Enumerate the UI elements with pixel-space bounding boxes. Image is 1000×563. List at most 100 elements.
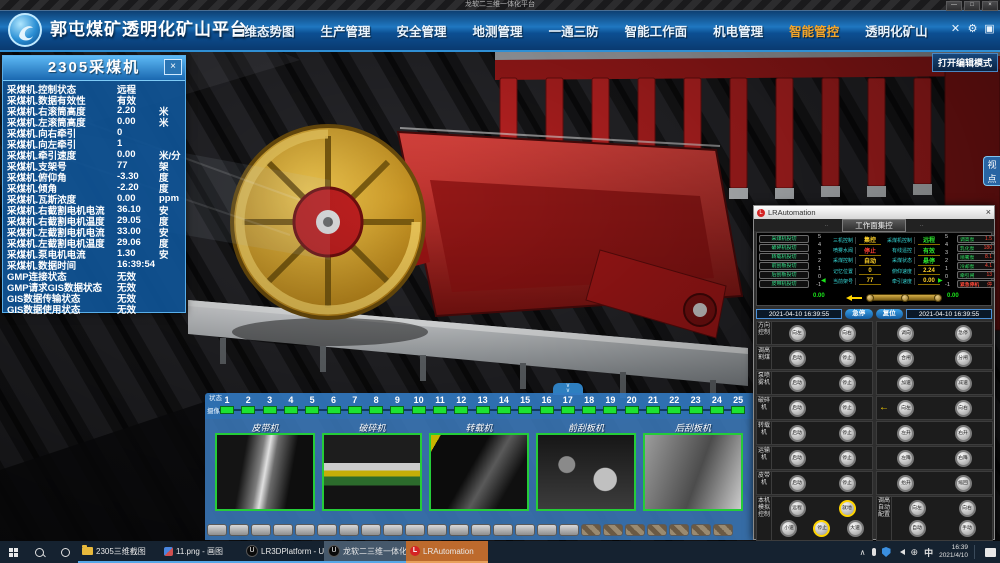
support-icon[interactable] [317, 524, 337, 536]
round-button[interactable]: 停止 [839, 350, 856, 367]
support-icon[interactable] [647, 524, 667, 536]
minimize-button[interactable]: — [946, 1, 962, 11]
ime-indicator[interactable]: 中 [924, 546, 933, 559]
support-icon[interactable] [273, 524, 293, 536]
round-button[interactable]: 合闸 [897, 350, 914, 367]
round-button[interactable]: 启动 [789, 425, 806, 442]
speaker-icon[interactable] [897, 549, 905, 555]
support-icon[interactable] [669, 524, 689, 536]
support-icon[interactable] [581, 524, 601, 536]
viewpoint-tab[interactable]: 视点 [983, 156, 1000, 186]
support-icon[interactable] [251, 524, 271, 536]
round-button[interactable]: 右降 [955, 450, 972, 467]
camera-number[interactable]: 24 [709, 395, 725, 405]
round-button[interactable]: 向左 [789, 325, 806, 342]
support-icon[interactable] [537, 524, 557, 536]
round-button[interactable]: 停止 [839, 400, 856, 417]
status-button[interactable]: 乳化泵180 [957, 244, 995, 252]
round-button[interactable]: 调向 [897, 325, 914, 342]
support-icon[interactable] [361, 524, 381, 536]
camera-number[interactable]: 8 [368, 395, 384, 405]
restore-window-icon[interactable]: ▣ [983, 22, 996, 35]
lr-titlebar[interactable]: L LRAutomation × [754, 206, 994, 219]
camera-number[interactable]: 18 [581, 395, 597, 405]
round-button[interactable]: 向左 [909, 500, 926, 517]
taskbar-app[interactable]: 11.png - 画图 [160, 541, 242, 563]
camera-number[interactable]: 6 [326, 395, 342, 405]
round-button[interactable]: 启动 [789, 450, 806, 467]
security-shield-icon[interactable] [882, 547, 891, 557]
slider-track[interactable]: 77 [867, 294, 941, 301]
camera-number[interactable]: 12 [453, 395, 469, 405]
camera-number[interactable]: 16 [539, 395, 555, 405]
camera-status-indicator[interactable] [731, 406, 745, 414]
camera-number[interactable]: 22 [666, 395, 682, 405]
toggle-button[interactable]: 前刮板投切 [759, 262, 809, 270]
status-button[interactable]: 冷却泵4.1 [957, 262, 995, 270]
support-icon[interactable] [383, 524, 403, 536]
round-button[interactable]: 就地 [839, 500, 856, 517]
camera-number[interactable]: 1 [219, 395, 235, 405]
camera-status-indicator[interactable] [540, 406, 554, 414]
notification-center-icon[interactable] [985, 548, 996, 557]
camera-thumbnail[interactable] [215, 433, 315, 511]
camera-number[interactable]: 21 [645, 395, 661, 405]
round-button[interactable]: 大速 [847, 520, 864, 537]
camera-status-indicator[interactable] [263, 406, 277, 414]
camera-thumbnail[interactable] [643, 433, 743, 511]
support-icon[interactable] [691, 524, 711, 536]
camera-status-indicator[interactable] [369, 406, 383, 414]
camera-status-indicator[interactable] [433, 406, 447, 414]
start-button[interactable] [0, 541, 26, 563]
maximize-button[interactable]: □ [964, 1, 980, 11]
camera-number[interactable]: 4 [283, 395, 299, 405]
camera-status-indicator[interactable] [582, 406, 596, 414]
camera-status-indicator[interactable] [305, 406, 319, 414]
camera-thumbnail[interactable] [536, 433, 636, 511]
round-button[interactable]: 启动 [789, 350, 806, 367]
camera-number[interactable]: 14 [496, 395, 512, 405]
nav-item[interactable]: 地测管理 [473, 21, 523, 40]
toggle-button[interactable]: 破碎机投切 [759, 244, 809, 252]
camera-number[interactable]: 17 [560, 395, 576, 405]
round-button[interactable]: 停止 [813, 520, 830, 537]
gear-icon[interactable]: ⚙ [966, 22, 979, 35]
camera-status-indicator[interactable] [603, 406, 617, 414]
round-button[interactable]: 启动 [789, 375, 806, 392]
camera-status-indicator[interactable] [241, 406, 255, 414]
camera-number[interactable]: 10 [411, 395, 427, 405]
taskbar-app[interactable]: 2305三维截图 [78, 541, 160, 563]
toggle-button[interactable]: 皮带机投切 [759, 280, 809, 288]
round-button[interactable]: 小速 [780, 520, 797, 537]
network-icon[interactable]: ⊕ [911, 547, 919, 558]
camera-number[interactable]: 20 [624, 395, 640, 405]
task-view-button[interactable] [52, 541, 78, 563]
taskbar-app[interactable]: U龙软二三维一体化... [324, 541, 406, 563]
support-icon[interactable] [427, 524, 447, 536]
slider-knob[interactable] [901, 294, 909, 302]
status-button[interactable]: 喷雾泵8.1 [957, 253, 995, 261]
round-button[interactable]: 停止 [839, 375, 856, 392]
nav-item[interactable]: 智能工作面 [625, 21, 688, 40]
round-button[interactable]: 急停 [955, 325, 972, 342]
nav-item[interactable]: 机电管理 [713, 21, 763, 40]
camera-number[interactable]: 19 [602, 395, 618, 405]
round-button[interactable]: 抬升 [897, 475, 914, 492]
hidden-icons-chevron-icon[interactable]: ∧ [860, 548, 866, 557]
nav-item[interactable]: 透明化矿山 [865, 21, 928, 40]
round-button[interactable]: 缩回 [955, 475, 972, 492]
status-button[interactable]: 牵引闸13 [957, 271, 995, 279]
round-button[interactable]: 自动 [909, 520, 926, 537]
camera-number[interactable]: 3 [262, 395, 278, 405]
shearer-position-slider[interactable]: 0.00 77 0.00 [757, 289, 991, 304]
toggle-button[interactable]: 后刮板投切 [759, 271, 809, 279]
camera-status-indicator[interactable] [454, 406, 468, 414]
open-edit-mode-button[interactable]: 打开编辑模式 [932, 53, 998, 72]
toggle-button[interactable]: 转载机投切 [759, 253, 809, 261]
camera-status-indicator[interactable] [625, 406, 639, 414]
round-button[interactable]: 停止 [839, 475, 856, 492]
camera-status-indicator[interactable] [710, 406, 724, 414]
round-button[interactable]: 左升 [897, 425, 914, 442]
lr-close-icon[interactable]: × [986, 208, 991, 217]
clock[interactable]: 16:39 2021/4/10 [939, 544, 968, 561]
